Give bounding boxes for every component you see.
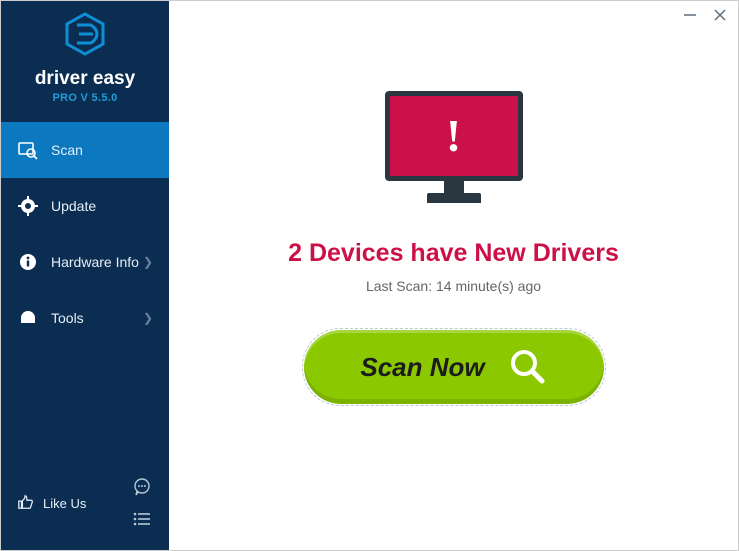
footer-icons xyxy=(131,476,153,530)
monitor-screen: ! xyxy=(385,91,523,181)
gear-icon xyxy=(17,195,39,217)
sidebar-item-label: Scan xyxy=(51,142,83,158)
tools-icon xyxy=(17,307,39,329)
info-icon xyxy=(17,251,39,273)
sidebar-item-label: Hardware Info xyxy=(51,254,139,270)
sidebar-footer: Like Us xyxy=(1,462,169,550)
chevron-right-icon: ❯ xyxy=(143,311,153,325)
last-scan-text: Last Scan: 14 minute(s) ago xyxy=(366,278,541,294)
main-pane: ! 2 Devices have New Drivers Last Scan: … xyxy=(169,1,738,550)
scan-button-focus-ring: Scan Now xyxy=(302,328,606,406)
titlebar-controls xyxy=(682,7,728,23)
app-window: driver easy PRO V 5.5.0 Scan Update H xyxy=(1,1,738,550)
headline-text: 2 Devices have New Drivers xyxy=(288,239,619,268)
feedback-icon[interactable] xyxy=(131,476,153,498)
sidebar-nav: Scan Update Hardware Info ❯ Tools xyxy=(1,122,169,346)
sidebar-item-label: Tools xyxy=(51,310,84,326)
sidebar-item-label: Update xyxy=(51,198,96,214)
sidebar-item-update[interactable]: Update xyxy=(1,178,169,234)
sidebar-item-tools[interactable]: Tools ❯ xyxy=(1,290,169,346)
version-label: PRO V 5.5.0 xyxy=(52,92,117,104)
brand-name: driver easy xyxy=(35,68,135,90)
sidebar: driver easy PRO V 5.5.0 Scan Update H xyxy=(1,1,169,550)
sidebar-item-hardware-info[interactable]: Hardware Info ❯ xyxy=(1,234,169,290)
like-us-button[interactable]: Like Us xyxy=(17,493,86,514)
chevron-right-icon: ❯ xyxy=(143,255,153,269)
menu-icon[interactable] xyxy=(131,508,153,530)
like-us-label: Like Us xyxy=(43,496,86,511)
logo-block: driver easy PRO V 5.5.0 xyxy=(1,1,169,122)
scan-now-button[interactable]: Scan Now xyxy=(304,330,604,404)
logo-icon xyxy=(62,11,108,62)
thumbs-up-icon xyxy=(17,493,35,514)
scan-now-label: Scan Now xyxy=(360,352,484,383)
alert-monitor-illustration: ! xyxy=(384,91,524,211)
minimize-button[interactable] xyxy=(682,7,698,23)
close-button[interactable] xyxy=(712,7,728,23)
search-icon xyxy=(507,346,547,389)
exclamation-icon: ! xyxy=(446,113,461,159)
sidebar-item-scan[interactable]: Scan xyxy=(1,122,169,178)
scan-icon xyxy=(17,139,39,161)
